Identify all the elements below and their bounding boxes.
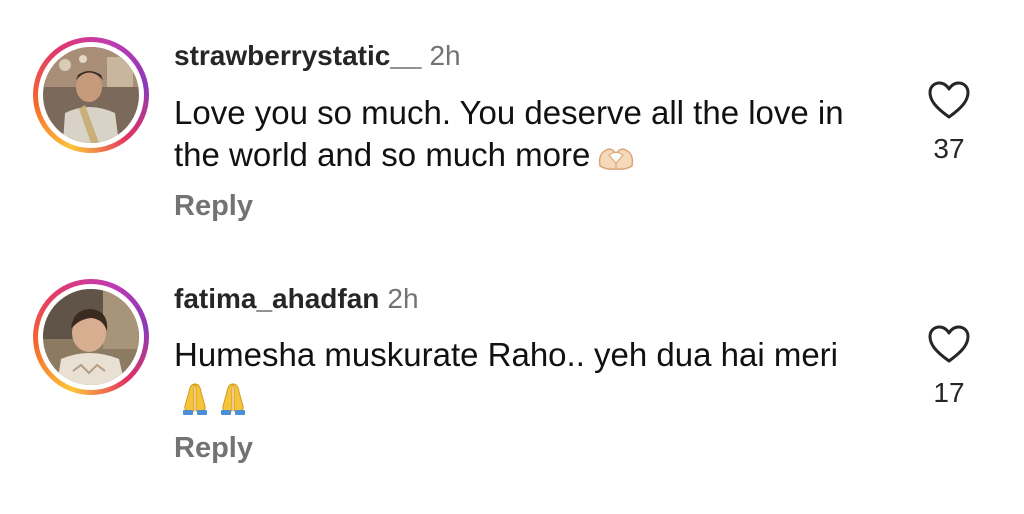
avatar-story-ring[interactable]	[33, 279, 149, 395]
username[interactable]: fatima_ahadfan	[174, 283, 379, 314]
heart-icon[interactable]	[927, 325, 971, 368]
folded-hands-emoji-icon	[178, 380, 212, 426]
like-section: 37	[922, 80, 976, 165]
reply-button[interactable]: Reply	[174, 190, 253, 223]
reply-button[interactable]: Reply	[174, 432, 253, 465]
timestamp: 2h	[387, 283, 419, 314]
like-section: 17	[922, 324, 976, 409]
avatar[interactable]	[43, 47, 139, 143]
like-count: 37	[933, 133, 965, 164]
username[interactable]: strawberrystatic__	[174, 40, 421, 71]
folded-hands-emoji-icon	[216, 380, 250, 426]
like-count: 17	[933, 377, 965, 408]
heart-icon[interactable]	[927, 81, 971, 124]
comment-text: Love you so much. You deserve all the lo…	[174, 92, 874, 182]
timestamp: 2h	[429, 40, 461, 71]
comment-meta: fatima_ahadfan 2h	[174, 283, 419, 315]
heart-hands-emoji-icon	[596, 140, 636, 182]
avatar-story-ring[interactable]	[33, 37, 149, 153]
comment-meta: strawberrystatic__ 2h	[174, 40, 461, 72]
comment-item: strawberrystatic__ 2h Love you so much. Y…	[0, 0, 1024, 250]
comment-body: Love you so much. You deserve all the lo…	[174, 94, 844, 173]
comment-text: Humesha muskurate Raho.. yeh dua hai mer…	[174, 334, 874, 426]
avatar[interactable]	[43, 289, 139, 385]
avatar-photo-icon	[43, 289, 139, 385]
comment-item: fatima_ahadfan 2h Humesha muskurate Raho.…	[0, 250, 1024, 514]
comment-body: Humesha muskurate Raho.. yeh dua hai mer…	[174, 336, 838, 373]
avatar-photo-icon	[43, 47, 139, 143]
